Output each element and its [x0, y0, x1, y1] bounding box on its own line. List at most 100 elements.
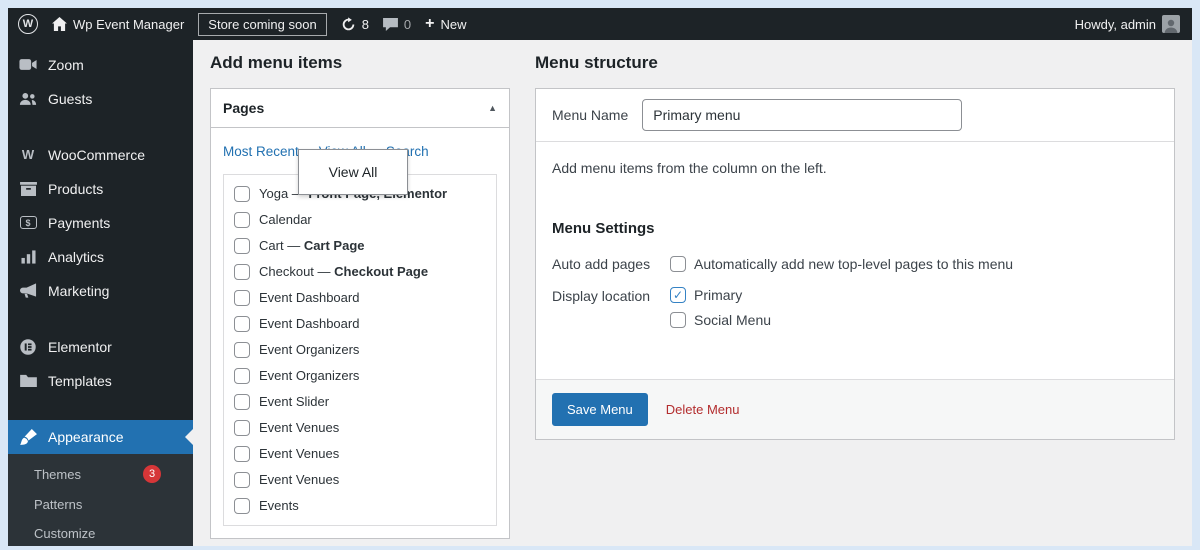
sidebar-item-analytics[interactable]: Analytics	[8, 240, 193, 274]
page-label: Event Organizers	[259, 342, 360, 357]
admin-sidebar: Zoom Guests WooCommerce Products	[8, 40, 193, 546]
page-label: Event Organizers	[259, 368, 360, 383]
appearance-submenu: Themes 3 Patterns Customize	[8, 454, 193, 546]
menu-name-label: Menu Name	[552, 107, 629, 123]
submenu-item-label: Patterns	[34, 497, 83, 512]
social-location-checkbox[interactable]	[670, 312, 686, 328]
page-label: Event Dashboard	[259, 290, 360, 305]
submenu-item-label: Customize	[34, 526, 96, 541]
page-list-item[interactable]: Event Venues	[224, 441, 496, 467]
submenu-item-themes[interactable]: Themes 3	[8, 458, 193, 490]
page-list-item[interactable]: Event Slider	[224, 389, 496, 415]
pages-checklist: Yoga — Front Page, Elementor Calendar Ca…	[223, 174, 497, 526]
page-label: Event Dashboard	[259, 316, 360, 331]
page-label: Calendar	[259, 212, 312, 227]
sidebar-item-woocommerce[interactable]: WooCommerce	[8, 138, 193, 172]
page-checkbox[interactable]	[234, 212, 250, 228]
add-menu-items-heading: Add menu items	[210, 53, 343, 72]
location-primary-option[interactable]: Primary	[670, 287, 771, 303]
sidebar-item-templates[interactable]: Templates	[8, 364, 193, 398]
page-list-item[interactable]: Checkout — Checkout Page	[224, 259, 496, 285]
social-location-label: Social Menu	[694, 312, 772, 328]
sidebar-item-products[interactable]: Products	[8, 172, 193, 206]
sidebar-item-label: Marketing	[48, 282, 110, 299]
page-label: Event Venues	[259, 420, 340, 435]
plus-icon	[425, 16, 434, 32]
sidebar-item-label: Elementor	[48, 338, 112, 355]
page-list-item[interactable]: Cart — Cart Page	[224, 233, 496, 259]
themes-update-badge: 3	[143, 465, 161, 483]
collapse-arrow-icon[interactable]	[488, 103, 497, 113]
page-checkbox[interactable]	[234, 186, 250, 202]
auto-add-checkbox[interactable]	[670, 255, 686, 272]
view-all-floating-box[interactable]: View All	[298, 149, 408, 195]
save-menu-button[interactable]: Save Menu	[552, 393, 648, 426]
tab-most-recent[interactable]: Most Recent	[223, 144, 299, 159]
page-list-item[interactable]: Calendar	[224, 207, 496, 233]
menu-name-input[interactable]	[642, 99, 963, 131]
page-frame: Wp Event Manager Store coming soon 8 0 N…	[0, 0, 1200, 550]
page-list-item[interactable]: Event Dashboard	[224, 311, 496, 337]
sidebar-item-zoom[interactable]: Zoom	[8, 48, 193, 82]
page-list-item[interactable]: Events	[224, 493, 496, 519]
page-checkbox[interactable]	[234, 264, 250, 280]
page-label: Event Venues	[259, 472, 340, 487]
page-checkbox[interactable]	[234, 472, 250, 488]
sidebar-item-label: Templates	[48, 372, 112, 389]
page-checkbox[interactable]	[234, 498, 250, 514]
page-checkbox[interactable]	[234, 342, 250, 358]
updates-link[interactable]: 8	[341, 17, 369, 32]
comments-link[interactable]: 0	[382, 17, 411, 32]
wordpress-logo-icon[interactable]	[18, 14, 38, 34]
page-label: Cart — Cart Page	[259, 238, 365, 253]
sidebar-item-label: Guests	[48, 90, 93, 107]
page-list-item[interactable]: Event Organizers	[224, 363, 496, 389]
store-coming-soon-badge[interactable]: Store coming soon	[198, 12, 327, 36]
page-list-item[interactable]: Event Organizers	[224, 337, 496, 363]
menu-settings-title: Menu Settings	[552, 220, 655, 237]
display-location-options: Primary Social Menu	[670, 287, 771, 328]
submenu-item-label: Themes	[34, 466, 81, 482]
page-label: Event Venues	[259, 446, 340, 461]
page-checkbox[interactable]	[234, 394, 250, 410]
site-link[interactable]: Wp Event Manager	[52, 17, 184, 32]
page-list-item[interactable]: Event Dashboard	[224, 285, 496, 311]
sidebar-group: Appearance Themes 3 Patterns Customize	[8, 420, 193, 546]
new-content-link[interactable]: New	[425, 16, 467, 32]
sidebar-item-payments[interactable]: Payments	[8, 206, 193, 240]
page-checkbox[interactable]	[234, 420, 250, 436]
location-social-option[interactable]: Social Menu	[670, 312, 771, 328]
submenu-item-patterns[interactable]: Patterns	[8, 490, 193, 519]
page-checkbox[interactable]	[234, 316, 250, 332]
auto-add-pages-option[interactable]: Automatically add new top-level pages to…	[670, 255, 1013, 272]
pages-panel-header[interactable]: Pages	[211, 89, 509, 128]
page-list-item[interactable]: Event Venues	[224, 415, 496, 441]
account-link[interactable]: Howdy, admin	[1075, 15, 1180, 33]
delete-menu-link[interactable]: Delete Menu	[666, 402, 740, 417]
sidebar-item-label: WooCommerce	[48, 146, 145, 163]
menu-structure-column: Menu structure Menu Name Add menu items …	[535, 53, 1175, 546]
sidebar-item-marketing[interactable]: Marketing	[8, 274, 193, 308]
page-checkbox[interactable]	[234, 368, 250, 384]
templates-folder-icon	[18, 372, 38, 389]
page-label: Events	[259, 498, 299, 513]
submenu-item-customize[interactable]: Customize	[8, 519, 193, 546]
page-checkbox[interactable]	[234, 446, 250, 462]
sidebar-item-guests[interactable]: Guests	[8, 82, 193, 116]
menu-structure-card: Menu Name Add menu items from the column…	[535, 88, 1175, 440]
products-icon	[18, 180, 38, 197]
sidebar-item-appearance[interactable]: Appearance	[8, 420, 193, 454]
page-label: Event Slider	[259, 394, 330, 409]
sidebar-item-label: Products	[48, 180, 104, 197]
admin-bar-right: Howdy, admin	[1075, 15, 1192, 33]
sidebar-item-label: Analytics	[48, 248, 105, 265]
new-label: New	[440, 16, 467, 32]
page-checkbox[interactable]	[234, 238, 250, 254]
primary-location-checkbox[interactable]	[670, 287, 686, 303]
page-checkbox[interactable]	[234, 290, 250, 306]
sidebar-item-elementor[interactable]: Elementor	[8, 330, 193, 364]
auto-add-pages-row: Auto add pages Automatically add new top…	[552, 255, 1158, 272]
page-list-item[interactable]: Event Venues	[224, 467, 496, 493]
pages-panel-title: Pages	[223, 100, 265, 116]
woocommerce-icon	[18, 146, 38, 163]
